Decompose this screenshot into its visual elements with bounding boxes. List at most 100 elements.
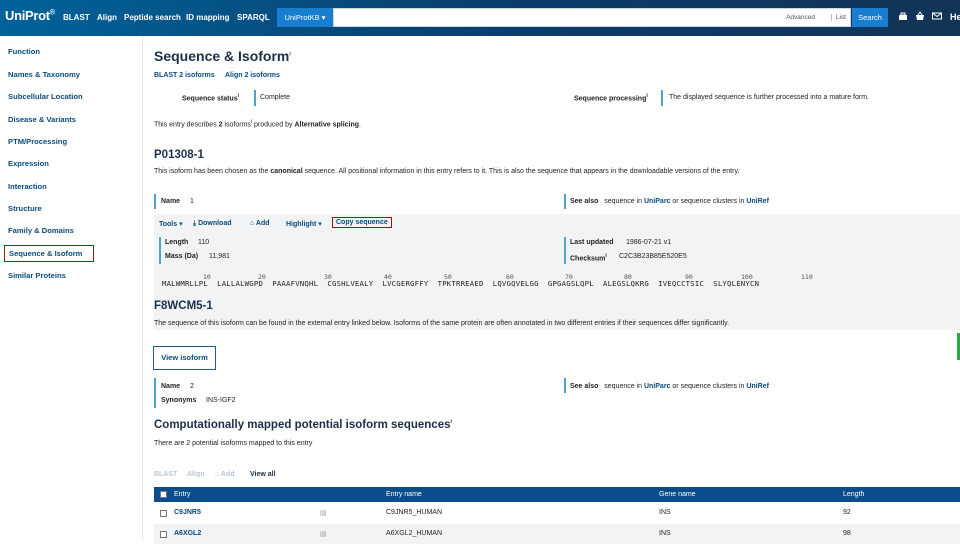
nav-id-mapping[interactable]: ID mapping bbox=[186, 13, 230, 22]
last-updated-value: 1986-07-21 v1 bbox=[626, 239, 672, 246]
sequence-block: LALLALWGPD bbox=[217, 279, 264, 288]
help-link[interactable]: He bbox=[950, 12, 960, 22]
isoform-name-label: Name bbox=[161, 383, 181, 390]
sequence-block: LQVGQVELGG bbox=[492, 279, 539, 288]
isoform-id: F8WCM5-1 bbox=[154, 300, 213, 312]
info-icon[interactable]: i bbox=[451, 419, 452, 425]
info-icon[interactable]: i bbox=[605, 253, 606, 259]
row-checkbox[interactable] bbox=[160, 531, 167, 538]
copy-icon[interactable]: ▤ bbox=[320, 509, 327, 517]
select-all-checkbox[interactable] bbox=[160, 491, 167, 498]
database-select[interactable]: UniProtKB ▾ bbox=[277, 8, 333, 27]
divider bbox=[564, 378, 566, 393]
computed-isoforms-desc: There are 2 potential isoforms mapped to… bbox=[154, 440, 313, 447]
basket-icon: ⌂ bbox=[215, 471, 220, 478]
uniref-link[interactable]: UniRef bbox=[746, 198, 769, 205]
divider bbox=[254, 90, 256, 106]
entry-link[interactable]: A6XGL2 bbox=[174, 530, 201, 537]
nav-align[interactable]: Align bbox=[97, 13, 117, 22]
add-button[interactable]: ⌂ Add bbox=[215, 471, 235, 478]
nav-peptide-search[interactable]: Peptide search bbox=[124, 13, 181, 22]
entry-name: C9JNR5_HUMAN bbox=[386, 509, 443, 516]
row-checkbox[interactable] bbox=[160, 510, 167, 517]
info-icon[interactable]: i bbox=[646, 93, 647, 99]
search-input[interactable]: Advanced List bbox=[333, 8, 851, 27]
sequence-processing-value: The displayed sequence is further proces… bbox=[669, 94, 869, 101]
table-row[interactable]: C9JNR5 ▤ C9JNR5_HUMAN INS 92 bbox=[154, 503, 960, 523]
sidebar-item-function[interactable]: Function bbox=[8, 47, 40, 56]
isoform-name-label: Name bbox=[161, 198, 181, 205]
blast-button[interactable]: BLAST bbox=[154, 471, 177, 478]
logo-registered-mark: ® bbox=[49, 9, 55, 17]
last-updated-label: Last updated bbox=[570, 239, 614, 246]
sidebar-item-sequence-isoform[interactable]: Sequence & Isoform bbox=[4, 245, 94, 262]
sequence-block: MALWMRLLPL bbox=[162, 279, 208, 288]
align-isoforms-link[interactable]: Align 2 isoforms bbox=[225, 72, 280, 79]
divider bbox=[154, 378, 156, 408]
copy-sequence-button[interactable]: Copy sequence bbox=[332, 217, 392, 228]
sequence-block: IVEQCCTSIC bbox=[658, 279, 705, 288]
view-isoform-button[interactable]: View isoform bbox=[153, 346, 216, 370]
column-header-length[interactable]: Length bbox=[843, 491, 864, 498]
info-icon[interactable]: i bbox=[289, 51, 290, 57]
sidebar-item-disease-variants[interactable]: Disease & Variants bbox=[8, 115, 76, 124]
sidebar-item-ptm-processing[interactable]: PTM/Processing bbox=[8, 137, 67, 146]
divider bbox=[154, 194, 156, 209]
synonyms-label: Synonyms bbox=[161, 397, 197, 404]
column-header-entry-name[interactable]: Entry name bbox=[386, 491, 422, 498]
list-search-link[interactable]: List bbox=[830, 14, 846, 21]
sidebar-item-structure[interactable]: Structure bbox=[8, 204, 42, 213]
sequence-status-value: Complete bbox=[260, 94, 290, 101]
entry-link[interactable]: C9JNR5 bbox=[174, 509, 201, 516]
nav-sparql[interactable]: SPARQL bbox=[237, 13, 270, 22]
top-navigation-bar: UniProt® BLAST Align Peptide search ID m… bbox=[0, 0, 960, 36]
sequence-tick: 110 bbox=[801, 273, 813, 281]
synonyms-value: INS-IGF2 bbox=[206, 397, 236, 404]
copy-icon[interactable]: ▤ bbox=[320, 530, 327, 538]
sequence-block: GPGAGSLQPL bbox=[547, 279, 594, 288]
mail-icon[interactable] bbox=[932, 11, 942, 21]
sequence-block: CGSHLVEALY bbox=[327, 279, 374, 288]
entry-name: A6XGL2_HUMAN bbox=[386, 530, 443, 537]
column-header-entry[interactable]: Entry bbox=[174, 491, 190, 498]
uniprot-logo[interactable]: UniProt® bbox=[5, 8, 55, 23]
info-icon[interactable]: i bbox=[238, 93, 239, 99]
tools-icon[interactable] bbox=[898, 11, 908, 21]
sequence-block: LVCGERGFFY bbox=[382, 279, 429, 288]
sidebar-item-names-taxonomy[interactable]: Names & Taxonomy bbox=[8, 70, 80, 79]
checksum-label: Checksumi bbox=[570, 253, 607, 263]
column-header-gene-name[interactable]: Gene name bbox=[659, 491, 696, 498]
view-all-button[interactable]: View all bbox=[250, 471, 276, 478]
sidebar-item-interaction[interactable]: Interaction bbox=[8, 182, 47, 191]
isoform-name-value: 1 bbox=[190, 198, 194, 205]
sidebar-item-expression[interactable]: Expression bbox=[8, 159, 49, 168]
main-content: Sequence & Isoformi BLAST 2 isoforms Ali… bbox=[144, 36, 960, 544]
mass-value: 11,981 bbox=[209, 253, 230, 260]
length: 98 bbox=[843, 530, 851, 537]
sequence-processing-label: Sequence processingi bbox=[574, 93, 648, 103]
advanced-search-link[interactable]: Advanced bbox=[786, 14, 815, 21]
length: 92 bbox=[843, 509, 851, 516]
sidebar-item-similar-proteins[interactable]: Similar Proteins bbox=[8, 271, 66, 280]
sequence-text[interactable]: MALWMRLLPL LALLALWGPD PAAAFVNQHL CGSHLVE… bbox=[162, 279, 759, 288]
add-button[interactable]: ⌂ Add bbox=[250, 220, 270, 227]
table-header: Entry Entry name Gene name Length bbox=[154, 487, 960, 502]
nav-blast[interactable]: BLAST bbox=[63, 13, 90, 22]
tools-dropdown[interactable]: Tools ▾ bbox=[159, 220, 183, 228]
download-button[interactable]: ⤓ Download bbox=[193, 220, 232, 228]
length-label: Length bbox=[165, 239, 189, 246]
sidebar-item-subcellular-location[interactable]: Subcellular Location bbox=[8, 92, 83, 101]
uniparc-link[interactable]: UniParc bbox=[644, 198, 670, 205]
sequence-block: PAAAFVNQHL bbox=[272, 279, 319, 288]
uniparc-link[interactable]: UniParc bbox=[644, 383, 670, 390]
search-button[interactable]: Search bbox=[852, 8, 888, 27]
sidebar-item-family-domains[interactable]: Family & Domains bbox=[8, 226, 74, 235]
table-row[interactable]: A6XGL2 ▤ A6XGL2_HUMAN INS 98 bbox=[154, 524, 960, 544]
blast-isoforms-link[interactable]: BLAST 2 isoforms bbox=[154, 72, 215, 79]
basket-icon[interactable] bbox=[915, 11, 925, 21]
uniref-link[interactable]: UniRef bbox=[746, 383, 769, 390]
sequence-block: SLYQLENYCN bbox=[713, 279, 760, 288]
align-button[interactable]: Align bbox=[187, 471, 205, 478]
sequence-panel bbox=[154, 214, 960, 330]
highlight-dropdown[interactable]: Highlight ▾ bbox=[286, 220, 322, 228]
